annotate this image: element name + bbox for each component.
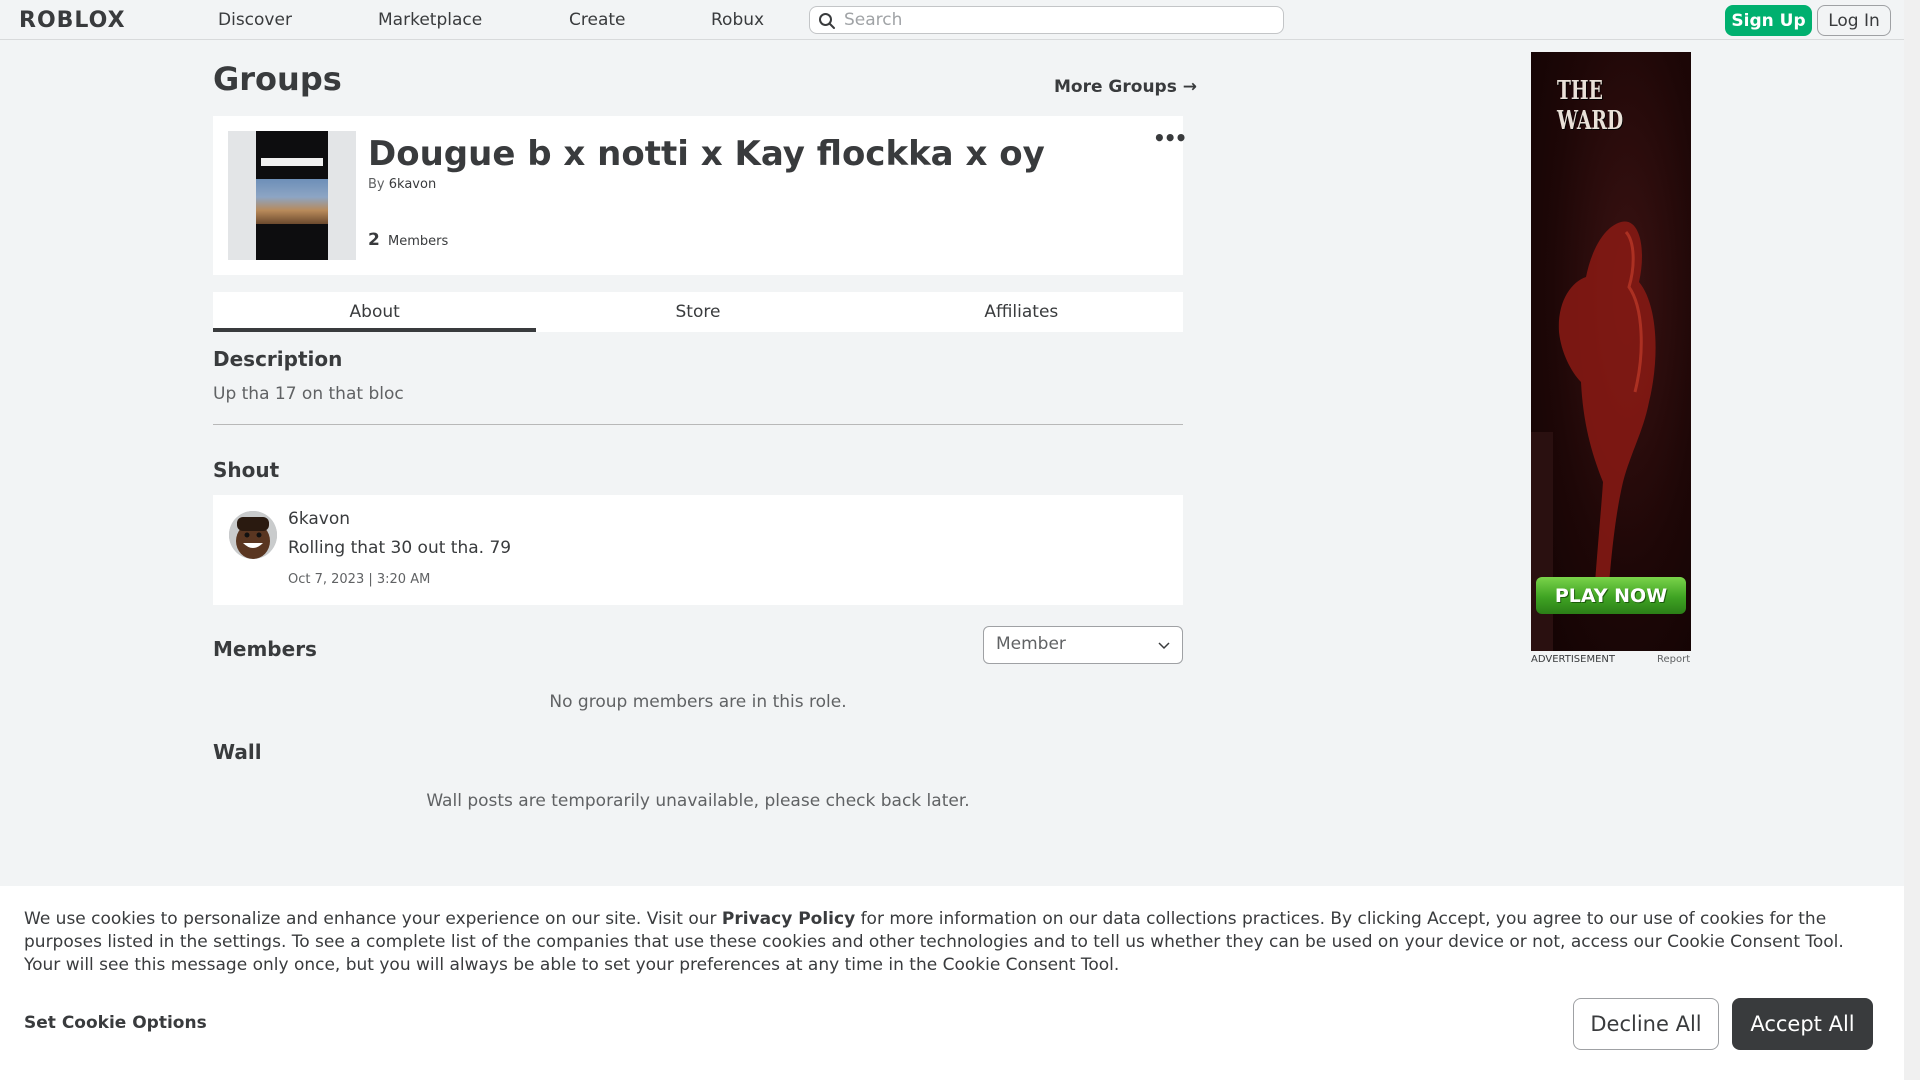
log-in-button[interactable]: Log In	[1817, 5, 1891, 36]
ad-game-logo: THE WARD	[1557, 76, 1624, 136]
roblox-logo[interactable]: ROBLOX	[19, 8, 126, 33]
members-label: Members	[387, 234, 449, 249]
shout-author-link[interactable]: 6kavon	[288, 509, 350, 529]
shout-heading: Shout	[213, 458, 280, 482]
set-cookie-options-link[interactable]: Set Cookie Options	[24, 1013, 207, 1033]
cookie-consent-banner: We use cookies to personalize and enhanc…	[0, 886, 1904, 1080]
cookie-consent-text: We use cookies to personalize and enhanc…	[24, 909, 1844, 975]
wall-empty-message: Wall posts are temporarily unavailable, …	[426, 791, 970, 811]
advertisement-banner[interactable]: THE WARD PLAY NOW	[1531, 52, 1691, 651]
advertisement-label: ADVERTISEMENT	[1531, 654, 1616, 665]
group-emblem-image	[228, 131, 356, 260]
nav-link-create[interactable]: Create	[569, 10, 626, 30]
search-box[interactable]	[809, 6, 1284, 34]
members-heading: Members	[213, 637, 317, 661]
nav-link-robux[interactable]: Robux	[711, 10, 764, 30]
ad-creature-image	[1531, 221, 1656, 651]
by-label: By	[368, 177, 385, 192]
search-icon	[819, 13, 835, 29]
tab-about[interactable]: About	[213, 292, 537, 332]
role-selected-value: Member	[996, 634, 1066, 654]
nav-link-discover[interactable]: Discover	[218, 10, 292, 30]
privacy-policy-link[interactable]: Privacy Policy	[722, 909, 855, 929]
search-input[interactable]	[844, 9, 1274, 31]
top-navigation-bar: ROBLOX Discover Marketplace Create Robux…	[0, 0, 1904, 40]
accept-all-button[interactable]: Accept All	[1732, 998, 1873, 1050]
tab-affiliates[interactable]: Affiliates	[860, 292, 1183, 332]
group-tabs: About Store Affiliates	[213, 292, 1183, 332]
avatar-face-icon	[229, 511, 277, 559]
nav-link-marketplace[interactable]: Marketplace	[378, 10, 482, 30]
group-name: Dougue b x notti x Kay flockka x oy	[368, 134, 1045, 174]
page-title: Groups	[213, 60, 342, 98]
group-owner-line: By 6kavon	[368, 177, 436, 192]
more-groups-link[interactable]: More Groups →	[1054, 77, 1197, 97]
ad-report-link[interactable]: Report	[1657, 654, 1690, 665]
member-count-value: 2	[368, 230, 380, 250]
avatar[interactable]	[229, 511, 277, 559]
description-heading: Description	[213, 347, 343, 371]
tab-store[interactable]: Store	[536, 292, 859, 332]
section-divider	[213, 424, 1183, 425]
sign-up-button[interactable]: Sign Up	[1725, 5, 1812, 36]
decline-all-button[interactable]: Decline All	[1573, 998, 1719, 1050]
description-text: Up tha 17 on that bloc	[213, 384, 404, 404]
wall-heading: Wall	[213, 740, 262, 764]
page-scrollbar[interactable]	[1904, 0, 1920, 1080]
shout-timestamp: Oct 7, 2023 | 3:20 AM	[288, 572, 431, 587]
role-dropdown[interactable]: Member	[983, 626, 1183, 664]
shout-text: Rolling that 30 out tha. 79	[288, 538, 512, 558]
members-empty-message: No group members are in this role.	[549, 692, 847, 712]
chevron-down-icon	[1158, 642, 1170, 650]
emblem-phone-screenshot	[256, 131, 328, 260]
shout-card: 6kavon Rolling that 30 out tha. 79 Oct 7…	[213, 495, 1183, 605]
group-owner-link[interactable]: 6kavon	[389, 177, 436, 192]
group-header-card: Dougue b x notti x Kay flockka x oy By 6…	[213, 116, 1187, 275]
more-options-icon[interactable]: •••	[1153, 126, 1187, 150]
group-member-count: 2 Members	[368, 230, 448, 250]
ad-play-now-button[interactable]: PLAY NOW	[1536, 577, 1686, 614]
